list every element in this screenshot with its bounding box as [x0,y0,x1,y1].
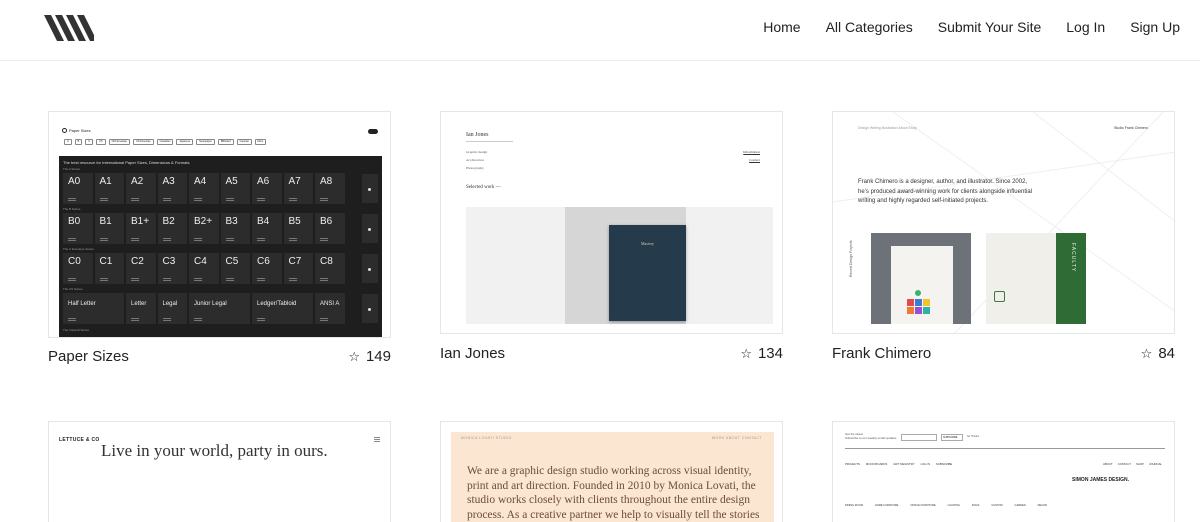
card-title[interactable]: Ian Jones [440,345,505,362]
project-image [871,233,971,324]
nav-home[interactable]: Home [763,18,800,36]
site-logo[interactable] [44,15,94,41]
toggle-icon [368,129,378,134]
site-card[interactable]: MONICA LOVATI STUDIO WORK ABOUT CONTACT … [440,421,783,522]
star-icon: ☆ [348,349,360,364]
nav-submit-site[interactable]: Submit Your Site [938,18,1042,36]
site-thumbnail[interactable]: Paper Sizes A B C US ISO Envelope US Env… [48,111,391,338]
site-card[interactable]: Get the latest Subscribe to our weekly e… [832,421,1175,522]
site-thumbnail[interactable]: LETTUCE & CO Live in your world, party i… [48,421,391,522]
star-icon: ☆ [740,346,752,361]
site-thumbnail[interactable]: Get the latest Subscribe to our weekly e… [832,421,1175,522]
us-series-row: Half Letter Letter Legal Junior Legal Le… [63,293,345,324]
star-icon: ☆ [1140,346,1153,361]
main-nav: Home All Categories Submit Your Site Log… [738,18,1180,36]
star-count[interactable]: ☆ 149 [348,348,391,365]
site-card[interactable]: LETTUCE & CO Live in your world, party i… [48,421,391,522]
preview-dark-panel: The best resource for International Pape… [59,156,382,337]
nav-log-in[interactable]: Log In [1066,18,1105,36]
a-series-row: A0 A1 A2 A3 A4 A5 A6 A7 A8 [63,173,345,204]
b-series-row: B0 B1 B1+ B2 B2+ B3 B4 B5 B6 [63,213,345,244]
site-card[interactable]: Design Writing Illustration About Shop S… [832,111,1175,371]
card-title[interactable]: Frank Chimero [832,345,931,362]
site-card[interactable]: Ian Jones Graphic design Art direction P… [440,111,783,371]
card-title[interactable]: Paper Sizes [48,348,129,365]
site-thumbnail[interactable]: Ian Jones Graphic design Art direction P… [440,111,783,334]
star-count[interactable]: ☆ 134 [740,345,783,362]
menu-icon [374,437,380,442]
nav-all-categories[interactable]: All Categories [826,18,913,36]
book-image: Mastery [609,225,686,321]
site-thumbnail[interactable]: Design Writing Illustration About Shop S… [832,111,1175,334]
nav-sign-up[interactable]: Sign Up [1130,18,1180,36]
project-image: FACULTY [986,233,1086,324]
more-icon [362,214,378,243]
paper-sizes-preview: Paper Sizes A B C US ISO Envelope US Env… [59,122,382,337]
site-card[interactable]: Paper Sizes A B C US ISO Envelope US Env… [48,111,391,371]
c-series-row: C0 C1 C2 C3 C4 C5 C6 C7 C8 [63,253,345,284]
email-input [901,434,937,441]
more-icon [362,294,378,323]
geometric-art-icon [907,290,930,314]
star-count[interactable]: ☆ 84 [1141,345,1175,362]
emblem-icon [994,291,1005,302]
site-thumbnail[interactable]: MONICA LOVATI STUDIO WORK ABOUT CONTACT … [440,421,783,522]
brand-icon [62,128,67,133]
site-header: Home All Categories Submit Your Site Log… [0,0,1200,61]
simon-james-logo: SIMON JAMES DESIGN. [1072,477,1129,483]
more-icon [362,254,378,283]
preview-brand: Paper Sizes [69,128,91,133]
more-icon [362,174,378,203]
preview-filters: A B C US ISO Envelope US Envelope Canadi… [64,139,267,145]
